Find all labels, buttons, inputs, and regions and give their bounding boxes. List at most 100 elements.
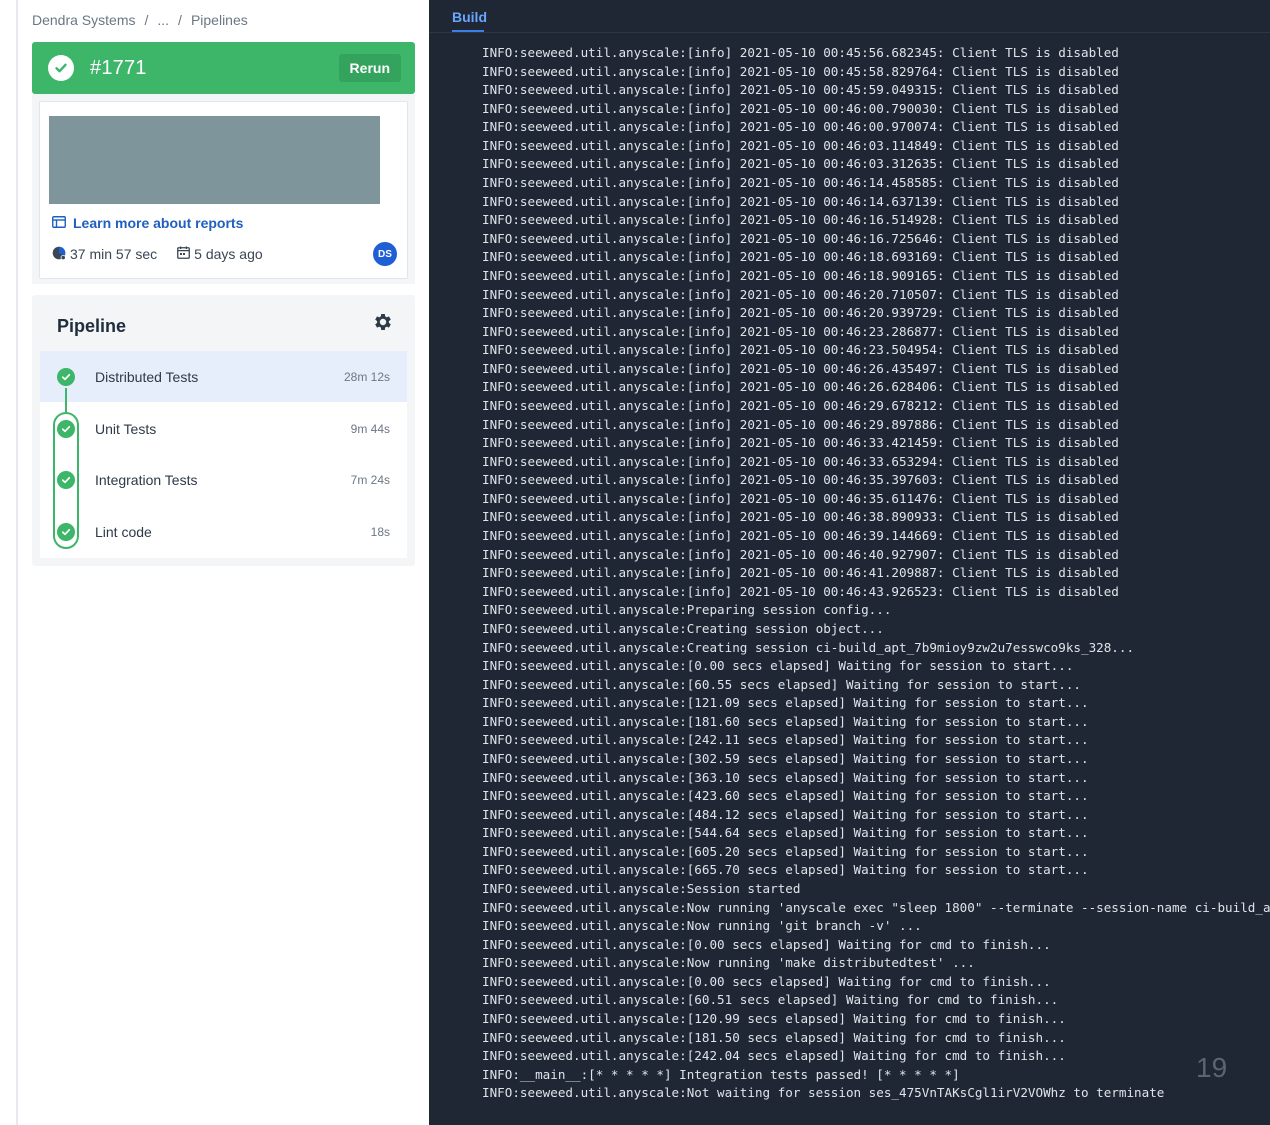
log-line: INFO:seeweed.util.anyscale:Now running '… <box>482 955 975 971</box>
log-line: INFO:seeweed.util.anyscale:[info] 2021-0… <box>482 267 1119 283</box>
log-line: INFO:seeweed.util.anyscale:[info] 2021-0… <box>482 453 1119 469</box>
log-line: INFO:seeweed.util.anyscale:[info] 2021-0… <box>482 137 1119 153</box>
log-line: INFO:seeweed.util.anyscale:[info] 2021-0… <box>482 82 1119 98</box>
step-duration: 28m 12s <box>343 369 390 384</box>
log-line: INFO:seeweed.util.anyscale:[info] 2021-0… <box>482 156 1119 172</box>
log-line: INFO:seeweed.util.anyscale:[info] 2021-0… <box>482 100 1119 116</box>
log-line: INFO:seeweed.util.anyscale:[info] 2021-0… <box>482 583 1119 599</box>
log-line: INFO:seeweed.util.anyscale:Creating sess… <box>482 620 884 636</box>
log-line: INFO:seeweed.util.anyscale:Now running '… <box>482 918 922 934</box>
step-duration: 18s <box>370 524 390 539</box>
log-line: INFO:seeweed.util.anyscale:[info] 2021-0… <box>482 565 1119 581</box>
clock-icon <box>52 246 66 263</box>
step-label: Distributed Tests <box>95 368 199 385</box>
duration-item: 37 min 57 sec <box>52 246 157 263</box>
log-line: INFO:seeweed.util.anyscale:[423.60 secs … <box>482 788 1089 804</box>
build-age: 5 days ago <box>194 246 263 262</box>
log-output[interactable]: INFO:seeweed.util.anyscale:[info] 2021-0… <box>482 44 1270 1103</box>
build-duration: 37 min 57 sec <box>70 246 158 262</box>
log-line: INFO:seeweed.util.anyscale:[info] 2021-0… <box>482 45 1119 60</box>
log-line: INFO:seeweed.util.anyscale:[info] 2021-0… <box>482 119 1119 135</box>
log-line: INFO:seeweed.util.anyscale:[info] 2021-0… <box>482 379 1119 395</box>
build-status-header: #1771 Rerun <box>32 42 415 94</box>
log-line: INFO:seeweed.util.anyscale:[info] 2021-0… <box>482 212 1119 228</box>
calendar-icon <box>177 246 191 262</box>
age-item: 5 days ago <box>177 246 263 262</box>
build-meta-row: 37 min 57 sec 5 days ago DS <box>52 242 397 266</box>
log-line: INFO:seeweed.util.anyscale:[0.00 secs el… <box>482 658 1074 674</box>
step-label: Unit Tests <box>95 420 157 437</box>
log-line: INFO:seeweed.util.anyscale:[181.60 secs … <box>482 713 1089 729</box>
log-line: INFO:seeweed.util.anyscale:[544.64 secs … <box>482 825 1089 841</box>
log-line: INFO:seeweed.util.anyscale:Not waiting f… <box>482 1085 1165 1101</box>
log-line: INFO:seeweed.util.anyscale:[info] 2021-0… <box>482 63 1119 79</box>
pipeline-step-distributed-tests[interactable]: Distributed Tests 28m 12s <box>40 351 407 402</box>
breadcrumb-separator: / <box>144 12 149 28</box>
log-line: INFO:seeweed.util.anyscale:[info] 2021-0… <box>482 305 1119 321</box>
rerun-button[interactable]: Rerun <box>338 54 401 82</box>
build-summary-card: Learn more about reports 37 min 57 sec 5… <box>32 94 415 284</box>
log-line: INFO:seeweed.util.anyscale:[info] 2021-0… <box>482 509 1119 525</box>
step-label: Lint code <box>95 523 152 540</box>
log-line: INFO:seeweed.util.anyscale:[363.10 secs … <box>482 769 1089 785</box>
step-label: Integration Tests <box>95 471 198 488</box>
log-line: INFO:seeweed.util.anyscale:[info] 2021-0… <box>482 175 1119 191</box>
pipeline-step-unit-tests[interactable]: Unit Tests 9m 44s <box>40 403 407 454</box>
log-line: INFO:seeweed.util.anyscale:[665.70 secs … <box>482 862 1089 878</box>
log-line: INFO:seeweed.util.anyscale:[info] 2021-0… <box>482 342 1119 358</box>
log-line: INFO:seeweed.util.anyscale:[info] 2021-0… <box>482 416 1119 432</box>
page-number: 19 <box>1196 1052 1228 1083</box>
pipeline-title: Pipeline <box>57 316 127 336</box>
step-duration: 9m 44s <box>350 421 390 436</box>
build-number: #1771 <box>90 56 147 79</box>
log-line: INFO:seeweed.util.anyscale:[302.59 secs … <box>482 750 1089 766</box>
log-line: INFO:seeweed.util.anyscale:Now running '… <box>482 899 1270 915</box>
log-line: INFO:seeweed.util.anyscale:[info] 2021-0… <box>482 249 1119 265</box>
log-line: INFO:seeweed.util.anyscale:[info] 2021-0… <box>482 397 1119 413</box>
log-line: INFO:seeweed.util.anyscale:[0.00 secs el… <box>482 973 1051 989</box>
pipeline-step-lint-code[interactable]: Lint code 18s <box>40 506 407 557</box>
log-line: INFO:seeweed.util.anyscale:[60.55 secs e… <box>482 676 1081 692</box>
gear-icon[interactable] <box>372 311 394 333</box>
log-line: INFO:seeweed.util.anyscale:[info] 2021-0… <box>482 546 1119 562</box>
log-line: INFO:seeweed.util.anyscale:[info] 2021-0… <box>482 435 1119 451</box>
report-preview-image <box>49 116 380 204</box>
check-circle-icon <box>57 419 75 438</box>
log-line: INFO:seeweed.util.anyscale:[0.00 secs el… <box>482 936 1051 952</box>
check-circle-icon <box>48 55 74 81</box>
log-line: INFO:seeweed.util.anyscale:[605.20 secs … <box>482 843 1089 859</box>
log-line: INFO:seeweed.util.anyscale:[484.12 secs … <box>482 806 1089 822</box>
log-line: INFO:seeweed.util.anyscale:[info] 2021-0… <box>482 230 1119 246</box>
pipeline-step-integration-tests[interactable]: Integration Tests 7m 24s <box>40 454 407 505</box>
log-line: INFO:seeweed.util.anyscale:[info] 2021-0… <box>482 490 1119 506</box>
log-line: INFO:seeweed.util.anyscale:[info] 2021-0… <box>482 323 1119 339</box>
tab-build[interactable]: Build <box>452 9 487 25</box>
log-line: INFO:seeweed.util.anyscale:[info] 2021-0… <box>482 528 1119 544</box>
log-line: INFO:seeweed.util.anyscale:[info] 2021-0… <box>482 360 1119 376</box>
breadcrumb-org-link[interactable]: Dendra Systems <box>32 12 135 28</box>
build-summary-inner: Learn more about reports 37 min 57 sec 5… <box>39 101 408 279</box>
breadcrumb: Dendra Systems / ... / Pipelines <box>32 12 248 28</box>
check-circle-icon <box>57 367 75 386</box>
log-line: INFO:seeweed.util.anyscale:[info] 2021-0… <box>482 286 1119 302</box>
log-line: INFO:seeweed.util.anyscale:Session start… <box>482 881 801 897</box>
log-line: INFO:seeweed.util.anyscale:[181.50 secs … <box>482 1029 1066 1045</box>
breadcrumb-current[interactable]: Pipelines <box>191 12 248 28</box>
breadcrumb-ellipsis[interactable]: ... <box>157 12 169 28</box>
log-line: INFO:seeweed.util.anyscale:Preparing ses… <box>482 602 892 618</box>
check-circle-icon <box>57 522 75 541</box>
avatar[interactable]: DS <box>373 242 397 266</box>
log-line: INFO:seeweed.util.anyscale:[info] 2021-0… <box>482 472 1119 488</box>
step-duration: 7m 24s <box>350 472 390 487</box>
log-line: INFO:seeweed.util.anyscale:[242.04 secs … <box>482 1048 1066 1064</box>
check-circle-icon <box>57 470 75 489</box>
learn-more-reports-link[interactable]: Learn more about reports <box>52 215 243 231</box>
build-sidebar: Dendra Systems / ... / Pipelines #1771 R… <box>18 0 429 1125</box>
learn-more-reports-label: Learn more about reports <box>73 215 244 231</box>
log-line: INFO:seeweed.util.anyscale:[120.99 secs … <box>482 1011 1066 1027</box>
pipeline-panel: Pipeline Distributed Tests 28m 12s Unit … <box>32 295 415 566</box>
pipeline-steps: Distributed Tests 28m 12s Unit Tests 9m … <box>40 351 407 558</box>
log-line: INFO:seeweed.util.anyscale:[info] 2021-0… <box>482 193 1119 209</box>
log-line: INFO:seeweed.util.anyscale:Creating sess… <box>482 639 1135 655</box>
log-line: INFO:__main__:[* * * * *] Integration te… <box>482 1066 960 1082</box>
